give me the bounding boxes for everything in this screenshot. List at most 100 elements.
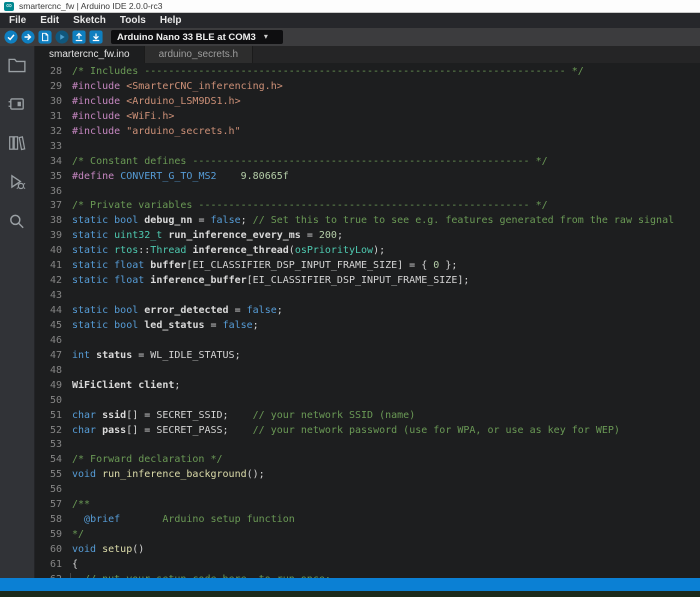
debug-play-bug-icon	[8, 174, 26, 190]
menu-bar: FileEditSketchToolsHelp	[0, 13, 700, 28]
code-line[interactable]: 32#include "arduino_secrets.h"	[35, 125, 700, 140]
chevron-down-icon: ▾	[264, 33, 268, 41]
code-line[interactable]: 48	[35, 364, 700, 379]
title-bar: ∞ smartercnc_fw | Arduino IDE 2.0.0-rc3	[0, 0, 700, 13]
tab-arduino_secrets.h[interactable]: arduino_secrets.h	[145, 46, 254, 63]
line-number: 40	[35, 244, 62, 259]
code-line[interactable]: 29#include <SmarterCNC_inferencing.h>	[35, 80, 700, 95]
debug-button[interactable]	[55, 30, 69, 44]
code-line[interactable]: 41static float buffer[EI_CLASSIFIER_DSP_…	[35, 259, 700, 274]
books-icon	[8, 135, 26, 151]
menu-item-file[interactable]: File	[2, 15, 33, 26]
code-text: #include <SmarterCNC_inferencing.h>	[62, 80, 283, 95]
code-line[interactable]: 35#define CONVERT_G_TO_MS2 9.80665f	[35, 170, 700, 185]
code-line[interactable]: 52char pass[] = SECRET_PASS; // your net…	[35, 424, 700, 439]
code-text: WiFiClient client;	[62, 379, 180, 394]
code-line[interactable]: 46	[35, 334, 700, 349]
code-text: /* Includes ----------------------------…	[62, 65, 584, 80]
code-line[interactable]: 57/**	[35, 498, 700, 513]
code-line[interactable]: 28/* Includes --------------------------…	[35, 65, 700, 80]
line-number: 56	[35, 483, 62, 498]
code-line[interactable]: 47int status = WL_IDLE_STATUS;	[35, 349, 700, 364]
line-number: 50	[35, 394, 62, 409]
line-number: 54	[35, 453, 62, 468]
board-chip-icon	[8, 96, 26, 112]
code-line[interactable]: 30#include <Arduino_LSM9DS1.h>	[35, 95, 700, 110]
code-line[interactable]: 31#include <WiFi.h>	[35, 110, 700, 125]
line-number: 53	[35, 438, 62, 453]
code-line[interactable]: 44static bool error_detected = false;	[35, 304, 700, 319]
menu-item-edit[interactable]: Edit	[33, 15, 66, 26]
new-sketch-button[interactable]	[38, 30, 52, 44]
code-text	[62, 289, 72, 304]
main-area: smartercnc_fw.inoarduino_secrets.h 28/* …	[0, 46, 700, 578]
code-line[interactable]: 49WiFiClient client;	[35, 379, 700, 394]
code-line[interactable]: 40static rtos::Thread inference_thread(o…	[35, 244, 700, 259]
code-line[interactable]: 36	[35, 185, 700, 200]
editor-code[interactable]: 28/* Includes --------------------------…	[35, 63, 700, 578]
code-text: /* Constant defines --------------------…	[62, 155, 548, 170]
code-text: char ssid[] = SECRET_SSID; // your netwo…	[62, 409, 415, 424]
line-number: 52	[35, 424, 62, 439]
code-line[interactable]: 45static bool led_status = false;	[35, 319, 700, 334]
code-text: #include <WiFi.h>	[62, 110, 174, 125]
menu-item-help[interactable]: Help	[153, 15, 189, 26]
upload-button[interactable]	[21, 30, 35, 44]
code-line[interactable]: 33	[35, 140, 700, 155]
code-text: static uint32_t run_inference_every_ms =…	[62, 229, 343, 244]
code-line[interactable]: 42static float inference_buffer[EI_CLASS…	[35, 274, 700, 289]
status-bar	[0, 578, 700, 591]
code-text	[62, 483, 72, 498]
sidebar-item-library-manager[interactable]	[7, 134, 27, 152]
window-title: smartercnc_fw | Arduino IDE 2.0.0-rc3	[19, 1, 162, 11]
check-circle-icon	[4, 30, 18, 44]
code-line[interactable]: 61{	[35, 558, 700, 573]
sidebar-item-boards-manager[interactable]	[7, 95, 27, 113]
menu-item-tools[interactable]: Tools	[113, 15, 153, 26]
line-number: 29	[35, 80, 62, 95]
arduino-app-icon: ∞	[4, 2, 14, 11]
sidebar-item-debug[interactable]	[7, 173, 27, 191]
verify-button[interactable]	[4, 30, 18, 44]
code-text: int status = WL_IDLE_STATUS;	[62, 349, 241, 364]
code-line[interactable]: 56	[35, 483, 700, 498]
code-line[interactable]: 39static uint32_t run_inference_every_ms…	[35, 229, 700, 244]
code-line[interactable]: 37/* Private variables -----------------…	[35, 199, 700, 214]
sidebar-item-search[interactable]	[7, 212, 27, 230]
board-selector[interactable]: Arduino Nano 33 BLE at COM3 ▾	[111, 30, 283, 44]
arrow-down-tray-icon	[89, 30, 103, 44]
line-number: 43	[35, 289, 62, 304]
code-line[interactable]: 59*/	[35, 528, 700, 543]
code-text: void setup()	[62, 543, 144, 558]
save-button[interactable]	[89, 30, 103, 44]
code-line[interactable]: 34/* Constant defines ------------------…	[35, 155, 700, 170]
arrow-up-tray-icon	[72, 30, 86, 44]
code-text: {	[62, 558, 78, 573]
code-line[interactable]: 53	[35, 438, 700, 453]
tab-smartercnc_fw.ino[interactable]: smartercnc_fw.ino	[35, 46, 145, 63]
line-number: 45	[35, 319, 62, 334]
editor-column: smartercnc_fw.inoarduino_secrets.h 28/* …	[35, 46, 700, 578]
code-line[interactable]: 55void run_inference_background();	[35, 468, 700, 483]
arduino-ide-window: ∞ smartercnc_fw | Arduino IDE 2.0.0-rc3 …	[0, 0, 700, 597]
code-line[interactable]: 50	[35, 394, 700, 409]
code-line[interactable]: 54/* Forward declaration */	[35, 453, 700, 468]
code-line[interactable]: 38static bool debug_nn = false; // Set t…	[35, 214, 700, 229]
line-number: 46	[35, 334, 62, 349]
sidebar-item-sketchbook[interactable]	[7, 56, 27, 74]
code-line[interactable]: 60void setup()	[35, 543, 700, 558]
line-number: 58	[35, 513, 62, 528]
open-button[interactable]	[72, 30, 86, 44]
arrow-right-circle-icon	[21, 30, 35, 44]
code-text: static float inference_buffer[EI_CLASSIF…	[62, 274, 469, 289]
play-circle-icon	[55, 30, 69, 44]
line-number: 49	[35, 379, 62, 394]
code-line[interactable]: 51char ssid[] = SECRET_SSID; // your net…	[35, 409, 700, 424]
code-line[interactable]: 43	[35, 289, 700, 304]
code-text: /* Private variables -------------------…	[62, 199, 548, 214]
code-line[interactable]: 58 @brief Arduino setup function	[35, 513, 700, 528]
code-text: static bool debug_nn = false; // Set thi…	[62, 214, 674, 229]
code-text	[62, 394, 72, 409]
menu-item-sketch[interactable]: Sketch	[66, 15, 113, 26]
code-text: // put your setup code here, to run once…	[62, 573, 331, 578]
